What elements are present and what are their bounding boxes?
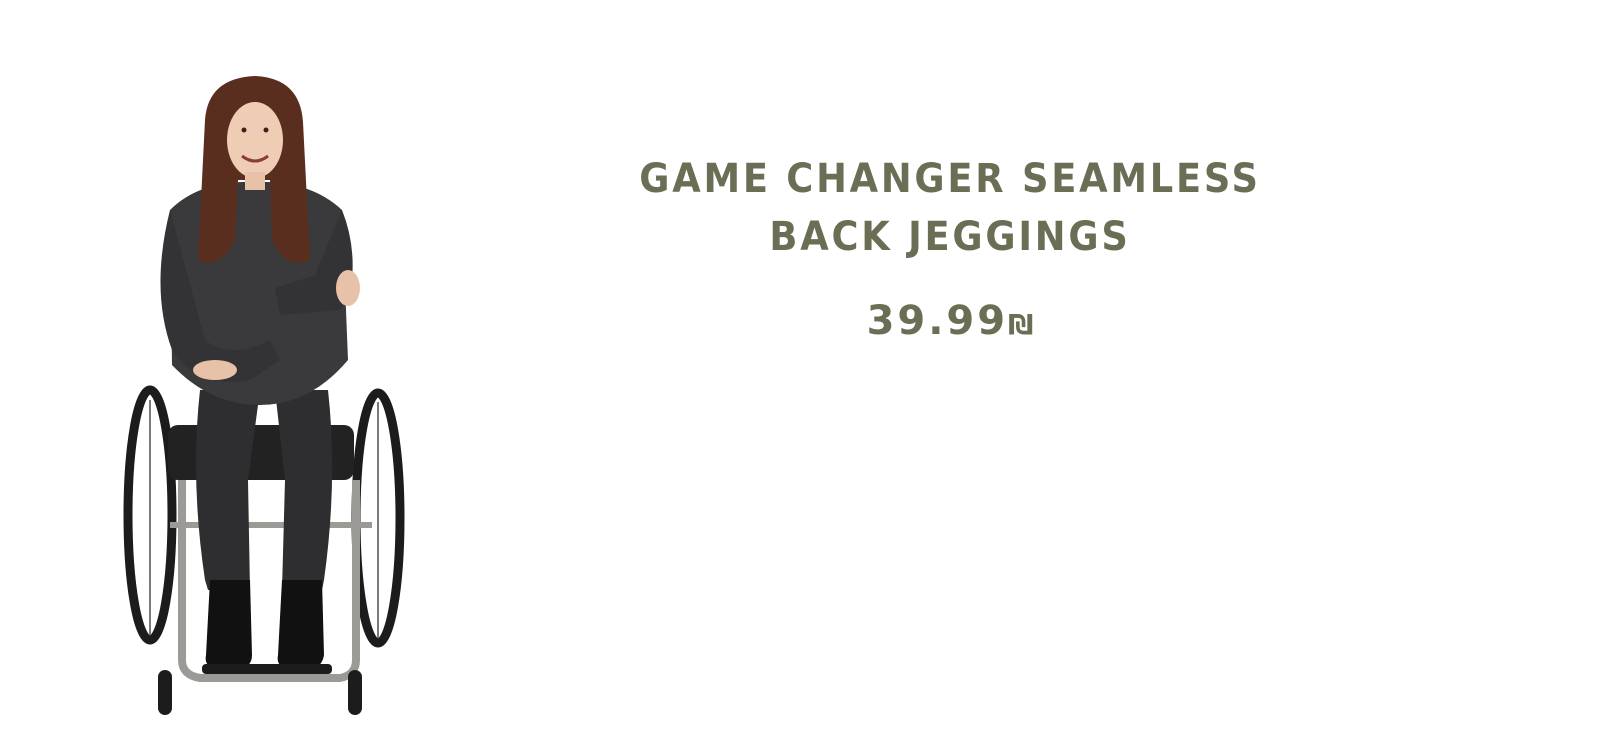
currency-symbol: ₪ — [1008, 308, 1034, 341]
product-info: Game Changer Seamless Back Jeggings 39.9… — [540, 150, 1360, 344]
product-title[interactable]: Game Changer Seamless Back Jeggings — [573, 150, 1327, 266]
product-image[interactable] — [110, 60, 430, 730]
product-price: 39.99₪ — [540, 298, 1360, 344]
price-value: 39.99 — [866, 298, 1009, 344]
